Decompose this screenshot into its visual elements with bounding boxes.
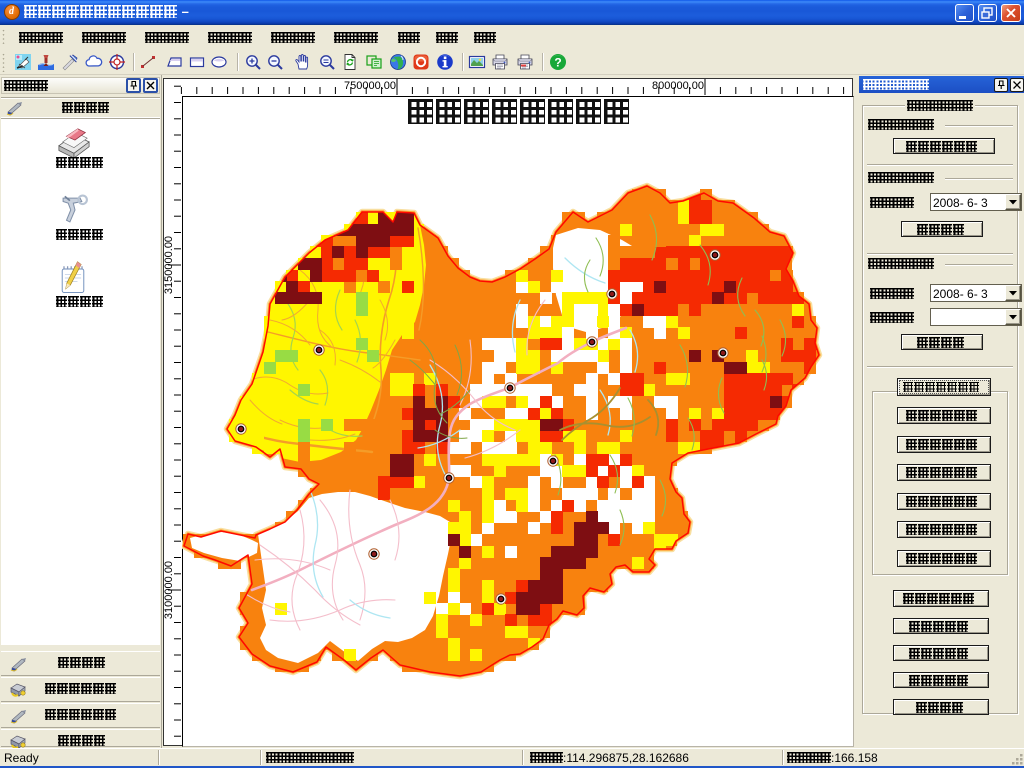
svg-text:?: ? bbox=[554, 56, 561, 70]
